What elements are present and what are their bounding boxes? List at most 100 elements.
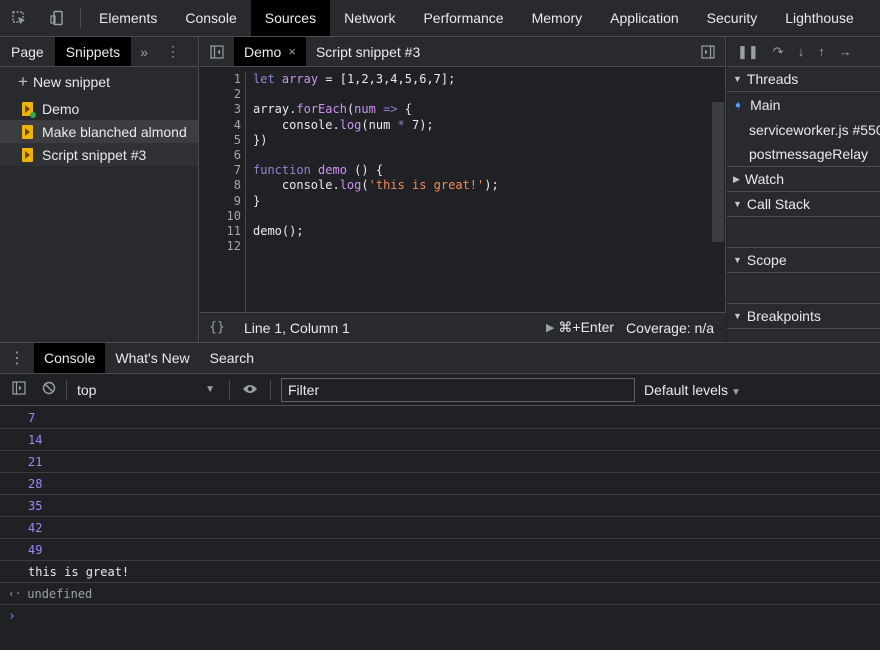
inspect-element-icon[interactable] <box>0 0 38 36</box>
toggle-navigator-icon[interactable] <box>200 37 234 66</box>
step-icon[interactable]: → <box>839 44 852 59</box>
new-snippet-button[interactable]: + New snippet <box>0 67 198 97</box>
code-line: let array = [1,2,3,4,5,6,7]; <box>253 72 456 86</box>
snippet-item-script-snippet-3[interactable]: Script snippet #3 <box>0 143 198 166</box>
snippet-file-icon <box>22 147 33 162</box>
drawer-tab-console[interactable]: Console <box>34 343 106 373</box>
code-line: }) <box>253 132 268 147</box>
snippet-item-demo[interactable]: Demo <box>0 97 198 120</box>
line-number[interactable]: 9 <box>200 194 245 209</box>
console-sidebar-icon[interactable] <box>8 381 30 398</box>
thread-label: postmessageRelay <box>749 146 869 162</box>
editor-tab-script-snippet-3[interactable]: Script snippet #3 <box>306 37 430 66</box>
log-levels-dropdown[interactable]: Default levels ▼ <box>644 382 741 398</box>
code-line: } <box>253 193 261 208</box>
console-message: 35 <box>0 495 880 517</box>
section-title: Breakpoints <box>746 308 821 324</box>
step-over-icon[interactable]: ↷ <box>773 44 784 60</box>
line-number[interactable]: 6 <box>200 148 245 163</box>
pretty-print-icon[interactable]: {} <box>200 320 234 335</box>
snippet-label: Demo <box>42 100 80 117</box>
pause-icon[interactable]: ❚❚ <box>737 44 759 60</box>
live-expression-eye-icon[interactable] <box>236 382 264 398</box>
drawer-tab-search[interactable]: Search <box>200 343 264 373</box>
thread-postmessagerelay[interactable]: postmessageRelay <box>727 142 880 167</box>
context-selector[interactable]: top ▼ <box>73 378 223 402</box>
section-title: Scope <box>746 252 787 268</box>
log-levels-label: Default levels <box>644 381 729 398</box>
tab-lighthouse[interactable]: Lighthouse <box>771 0 868 36</box>
tab-elements[interactable]: Elements <box>85 0 171 36</box>
device-toolbar-icon[interactable] <box>38 0 76 36</box>
tab-performance[interactable]: Performance <box>409 0 517 36</box>
call-stack-section-header[interactable]: ▼ Call Stack <box>727 192 880 217</box>
editor-status-bar: {} Line 1, Column 1 ▶ ⌘+Enter Coverage: … <box>200 312 726 342</box>
line-number[interactable]: 4 <box>200 118 245 133</box>
threads-section-header[interactable]: ▼ Threads <box>727 67 880 92</box>
toggle-debugger-icon[interactable] <box>691 37 725 66</box>
panel-tabs: Elements Console Sources Network Performance… <box>85 0 868 36</box>
snippet-file-icon <box>22 101 36 118</box>
thread-main[interactable]: ➧ Main <box>727 92 880 117</box>
more-tabs-icon[interactable]: » <box>131 37 157 66</box>
thread-label: Main <box>750 96 781 113</box>
drawer-menu-icon[interactable]: ⋮ <box>0 343 34 373</box>
watch-section-header[interactable]: ▶ Watch <box>727 167 880 192</box>
run-snippet-button[interactable]: ▶ ⌘+Enter <box>546 319 614 336</box>
tab-application[interactable]: Application <box>596 0 693 36</box>
breakpoints-section-header[interactable]: ▼ Breakpoints <box>727 304 880 329</box>
line-number[interactable]: 5 <box>200 133 245 148</box>
tab-sources[interactable]: Sources <box>250 0 331 36</box>
tab-security[interactable]: Security <box>693 0 772 36</box>
snippet-item-make-blanched-almond[interactable]: Make blanched almond <box>0 120 198 143</box>
line-number[interactable]: 8 <box>200 178 245 193</box>
editor-tab-demo[interactable]: Demo × <box>234 37 306 66</box>
line-number[interactable]: 2 <box>200 87 245 102</box>
clear-console-icon[interactable] <box>38 381 60 398</box>
line-number[interactable]: 12 <box>200 239 245 254</box>
new-snippet-label: New snippet <box>32 74 110 90</box>
tab-memory[interactable]: Memory <box>518 0 597 36</box>
context-value: top <box>77 381 97 398</box>
scope-section-header[interactable]: ▼ Scope <box>727 248 880 273</box>
result-arrow-icon: ‹· <box>8 587 22 600</box>
kebab-menu-icon[interactable]: ⋮ <box>157 37 189 66</box>
step-out-icon[interactable]: ↑ <box>818 44 825 59</box>
line-number[interactable]: 10 <box>200 209 245 224</box>
snippet-label: Script snippet #3 <box>42 146 147 163</box>
editor-tab-label: Script snippet #3 <box>315 43 421 60</box>
line-number[interactable]: 3 <box>200 102 245 117</box>
thread-serviceworker[interactable]: serviceworker.js #550 <box>727 117 880 142</box>
code-area[interactable]: 1 2 3 4 5 6 7 8 9 10 11 12 let array = [1,2,3,4,5,6… <box>200 68 726 312</box>
editor-scrollbar[interactable] <box>712 102 724 242</box>
line-number[interactable]: 11 <box>200 224 245 239</box>
line-number[interactable]: 7 <box>200 163 245 178</box>
filter-input[interactable] <box>281 377 635 402</box>
tab-snippets[interactable]: Snippets <box>54 37 132 66</box>
drawer-tab-whats-new[interactable]: What's New <box>105 343 199 373</box>
console-message: this is great! <box>0 561 880 583</box>
section-title: Call Stack <box>746 196 810 212</box>
console-message: 14 <box>0 429 880 451</box>
console-prompt[interactable]: › <box>0 605 880 627</box>
tab-network[interactable]: Network <box>330 0 409 36</box>
toolbar-divider <box>229 379 230 400</box>
expanded-triangle-icon: ▼ <box>733 255 742 265</box>
line-number-gutter: 1 2 3 4 5 6 7 8 9 10 11 12 <box>200 72 246 312</box>
tab-page[interactable]: Page <box>0 37 55 66</box>
step-into-icon[interactable]: ↓ <box>798 44 805 59</box>
code-line: console.log('this is great!'); <box>253 178 499 193</box>
code-line: demo(); <box>253 223 304 238</box>
debugger-sidebar: ❚❚ ↷ ↓ ↑ → ▼ Threads ➧ Main serviceworke… <box>727 37 880 342</box>
devtools-tab-bar: Elements Console Sources Network Performance… <box>0 0 880 37</box>
snippet-file-icon <box>22 124 33 139</box>
collapsed-triangle-icon: ▶ <box>733 173 740 184</box>
console-message: 49 <box>0 539 880 561</box>
result-value: undefined <box>27 586 93 601</box>
tab-console[interactable]: Console <box>171 0 250 36</box>
line-number[interactable]: 1 <box>200 72 245 87</box>
close-icon[interactable]: × <box>288 44 296 59</box>
